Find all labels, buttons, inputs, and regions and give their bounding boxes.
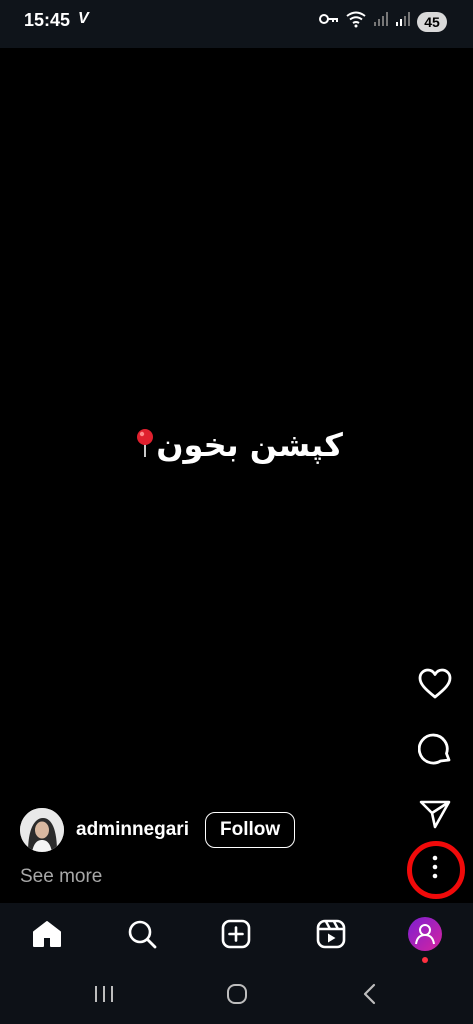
reels-screen: 15:45 V 45 کپشن بخون adminnegari Follow … (0, 0, 473, 1024)
key-icon (319, 12, 339, 31)
reel-video[interactable]: کپشن بخون (0, 48, 473, 903)
username[interactable]: adminnegari (76, 819, 189, 841)
signal-icon-2 (395, 11, 411, 32)
comment-icon (417, 732, 452, 771)
like-button[interactable] (417, 668, 453, 704)
follow-button[interactable]: Follow (204, 812, 296, 848)
nav-home[interactable] (29, 918, 65, 954)
recent-apps-icon (93, 984, 115, 1009)
reel-caption-overlay: کپشن بخون (0, 426, 473, 466)
status-icons: 45 (319, 10, 447, 33)
more-vertical-icon (431, 855, 439, 884)
status-time: 15:45 (24, 10, 71, 30)
heart-icon (418, 668, 452, 705)
create-icon (221, 919, 251, 954)
pin-icon (134, 428, 156, 466)
more-options-button[interactable] (417, 851, 453, 887)
home-system-button[interactable] (222, 983, 252, 1009)
nav-create[interactable] (218, 918, 254, 954)
battery-icon: 45 (417, 11, 447, 32)
bottom-nav (0, 903, 473, 969)
back-icon (362, 983, 378, 1010)
reels-icon (316, 919, 346, 954)
nav-search[interactable] (124, 918, 160, 954)
home-circle-icon (226, 983, 248, 1010)
carrier-icon: V (78, 10, 89, 27)
caption-text: کپشن بخون (156, 426, 343, 464)
profile-avatar (407, 916, 443, 957)
see-more-link[interactable]: See more (20, 866, 102, 888)
signal-icon (373, 11, 389, 32)
nav-reels[interactable] (313, 918, 349, 954)
back-button[interactable] (355, 983, 385, 1009)
author-row: adminnegari Follow (20, 808, 296, 852)
recent-apps-button[interactable] (89, 983, 119, 1009)
share-button[interactable] (417, 798, 453, 834)
comment-button[interactable] (417, 733, 453, 769)
wifi-icon (345, 10, 367, 33)
avatar[interactable] (20, 808, 64, 852)
paper-plane-icon (419, 799, 451, 834)
search-icon (127, 919, 157, 954)
nav-profile[interactable] (407, 916, 443, 963)
notification-dot (422, 957, 428, 963)
system-nav (0, 969, 473, 1024)
home-icon (32, 920, 62, 953)
status-bar: 15:45 V 45 (0, 0, 473, 48)
